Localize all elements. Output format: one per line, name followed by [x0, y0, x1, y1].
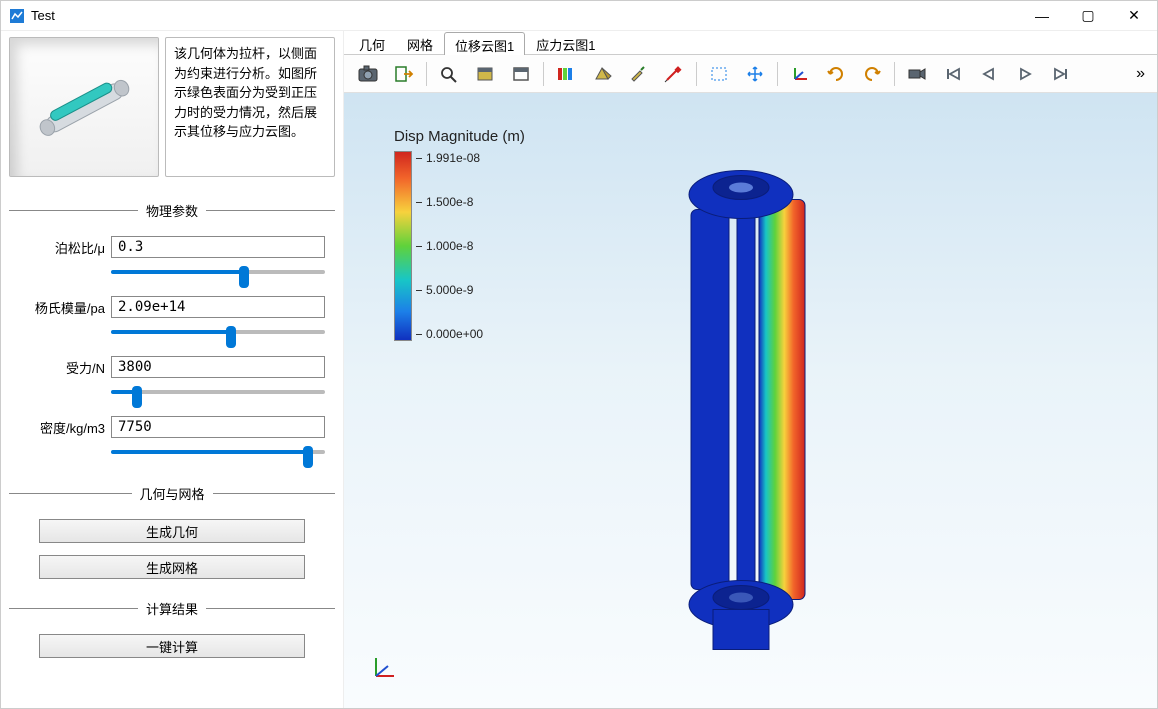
- legend-tick: 0.000e+00: [416, 327, 483, 341]
- density-slider[interactable]: [111, 442, 325, 462]
- legend-tick: 1.500e-8: [416, 195, 483, 209]
- color-legend: Disp Magnitude (m) 1.991e-08 1.500e-8 1.00…: [394, 128, 525, 341]
- close-button[interactable]: ✕: [1111, 1, 1157, 31]
- legend-tick: 5.000e-9: [416, 283, 483, 297]
- app-icon: [9, 8, 25, 24]
- zoom-icon[interactable]: [432, 59, 466, 89]
- generate-geometry-button[interactable]: 生成几何: [39, 519, 305, 543]
- force-input[interactable]: [111, 356, 325, 378]
- toggle-box-icon[interactable]: [468, 59, 502, 89]
- legend-tick: 1.000e-8: [416, 239, 483, 253]
- tab-2[interactable]: 位移云图1: [444, 32, 525, 55]
- one-click-calc-button[interactable]: 一键计算: [39, 634, 305, 658]
- young-slider[interactable]: [111, 322, 325, 342]
- select-box-icon[interactable]: [702, 59, 736, 89]
- model-render: [641, 139, 861, 662]
- legend-ticks: 1.991e-08 1.500e-8 1.000e-8 5.000e-9 0.000e+…: [416, 151, 483, 341]
- toggle-box2-icon[interactable]: [504, 59, 538, 89]
- tab-1[interactable]: 网格: [396, 31, 444, 54]
- section-calc-result: 计算结果: [9, 599, 335, 618]
- description-text: 该几何体为拉杆，以侧面为约束进行分析。如图所示绿色表面分为受到正压力时的受力情况…: [165, 37, 335, 177]
- density-input[interactable]: [111, 416, 325, 438]
- titlebar: Test ― ▢ ✕: [1, 1, 1157, 31]
- right-panel: 几何网格位移云图1应力云图1 » Disp Magnitude (m) 1.99…: [343, 31, 1157, 708]
- prev-frame-icon[interactable]: [972, 59, 1006, 89]
- legend-tick: 1.991e-08: [416, 151, 483, 165]
- density-label: 密度/kg/m3: [19, 418, 105, 437]
- dropper-icon[interactable]: [657, 59, 691, 89]
- poisson-label: 泊松比/μ: [19, 238, 105, 257]
- poisson-slider[interactable]: [111, 262, 325, 282]
- geometry-thumbnail: [9, 37, 159, 177]
- tab-0[interactable]: 几何: [348, 31, 396, 54]
- first-frame-icon[interactable]: [936, 59, 970, 89]
- toolbar: »: [344, 55, 1157, 93]
- camera-icon[interactable]: [351, 59, 385, 89]
- palette-icon[interactable]: [549, 59, 583, 89]
- rotate-cw-icon[interactable]: [819, 59, 853, 89]
- legend-title: Disp Magnitude (m): [394, 128, 525, 145]
- last-frame-icon[interactable]: [1044, 59, 1078, 89]
- shading-icon[interactable]: [585, 59, 619, 89]
- toolbar-separator: [426, 62, 427, 86]
- maximize-button[interactable]: ▢: [1065, 1, 1111, 31]
- generate-mesh-button[interactable]: 生成网格: [39, 555, 305, 579]
- tab-bar: 几何网格位移云图1应力云图1: [344, 31, 1157, 55]
- left-panel: 该几何体为拉杆，以侧面为约束进行分析。如图所示绿色表面分为受到正压力时的受力情况…: [1, 31, 343, 708]
- toolbar-separator: [894, 62, 895, 86]
- force-label: 受力/N: [19, 358, 105, 377]
- young-label: 杨氏模量/pa: [19, 298, 105, 317]
- axes-icon[interactable]: [783, 59, 817, 89]
- minimize-button[interactable]: ―: [1019, 1, 1065, 31]
- toolbar-separator: [696, 62, 697, 86]
- rotate-ccw-icon[interactable]: [855, 59, 889, 89]
- next-frame-icon[interactable]: [1008, 59, 1042, 89]
- poisson-input[interactable]: [111, 236, 325, 258]
- app-window: Test ― ▢ ✕ 该几何体为拉杆，以侧面为约束进行分析。如图所示绿: [0, 0, 1158, 709]
- toolbar-overflow-icon[interactable]: »: [1130, 65, 1151, 83]
- paint-icon[interactable]: [621, 59, 655, 89]
- video-icon[interactable]: [900, 59, 934, 89]
- viewport-3d[interactable]: Disp Magnitude (m) 1.991e-08 1.500e-8 1.00…: [344, 93, 1157, 708]
- toolbar-separator: [543, 62, 544, 86]
- section-physical-params: 物理参数: [9, 201, 335, 220]
- section-geometry-mesh: 几何与网格: [9, 484, 335, 503]
- window-title: Test: [31, 8, 1019, 23]
- tab-3[interactable]: 应力云图1: [525, 31, 606, 54]
- content-area: 该几何体为拉杆，以侧面为约束进行分析。如图所示绿色表面分为受到正压力时的受力情况…: [1, 31, 1157, 708]
- young-input[interactable]: [111, 296, 325, 318]
- toolbar-separator: [777, 62, 778, 86]
- orientation-triad-icon: [368, 652, 400, 684]
- legend-colorbar: [394, 151, 412, 341]
- move-icon[interactable]: [738, 59, 772, 89]
- force-slider[interactable]: [111, 382, 325, 402]
- export-icon[interactable]: [387, 59, 421, 89]
